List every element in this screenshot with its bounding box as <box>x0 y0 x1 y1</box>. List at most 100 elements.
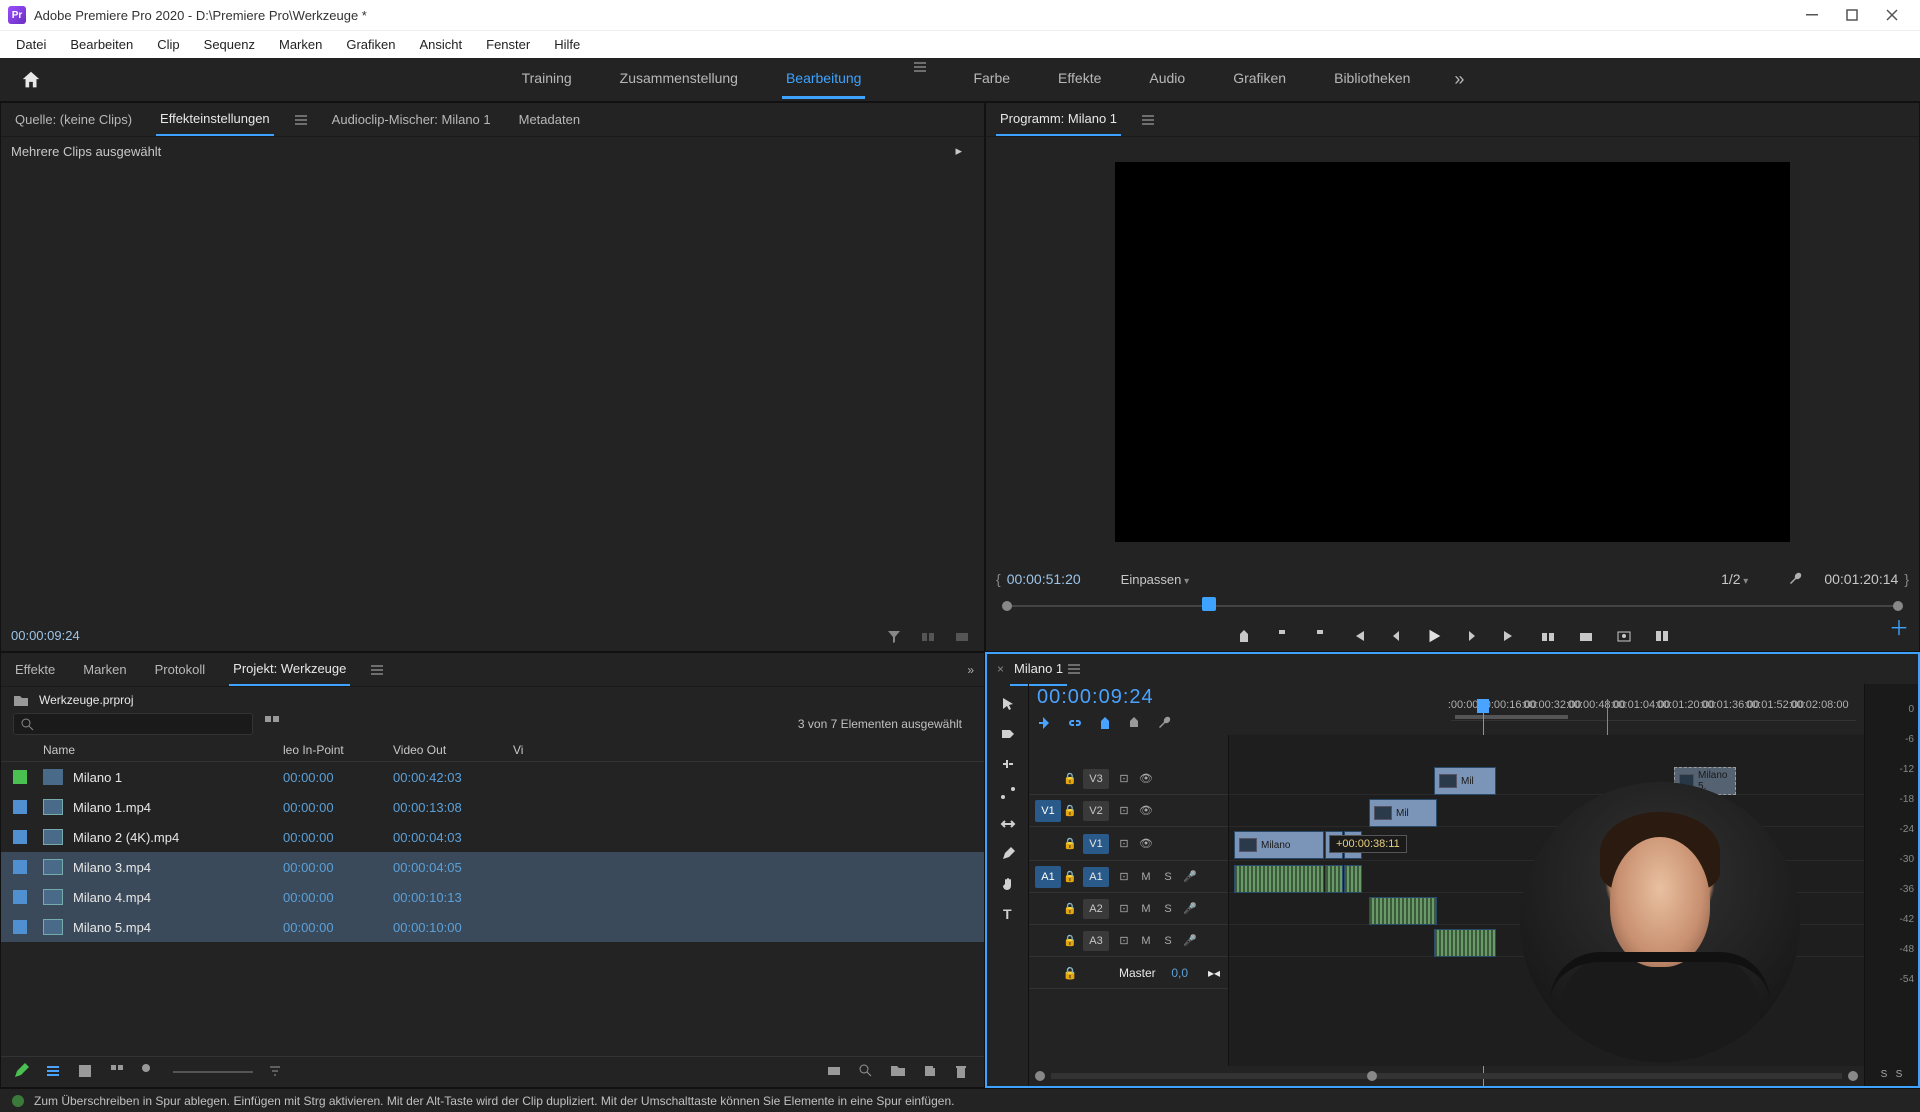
zoom-fit-dropdown[interactable]: Einpassen <box>1121 572 1190 587</box>
add-marker-icon[interactable] <box>1235 627 1253 645</box>
menu-clip[interactable]: Clip <box>145 33 191 56</box>
workspace-overflow-icon[interactable]: » <box>1454 69 1464 90</box>
play-button[interactable] <box>1425 627 1443 645</box>
project-search-input[interactable] <box>13 713 253 735</box>
pen-tool-icon[interactable] <box>998 844 1018 864</box>
source-timecode[interactable]: 00:00:09:24 <box>11 628 80 643</box>
extract-icon[interactable] <box>1577 627 1595 645</box>
timeline-clip[interactable] <box>1369 897 1437 925</box>
project-row[interactable]: Milano 1.mp4 00:00:00 00:00:13:08 <box>1 792 984 822</box>
tab-marken[interactable]: Marken <box>79 654 130 685</box>
go-to-out-icon[interactable] <box>1501 627 1519 645</box>
mark-in-icon[interactable] <box>1273 627 1291 645</box>
export-frame-icon[interactable] <box>1615 627 1633 645</box>
workspace-menu-icon[interactable] <box>913 60 929 76</box>
workspace-grafiken[interactable]: Grafiken <box>1229 60 1290 99</box>
zoom-slider-dot[interactable] <box>141 1063 159 1081</box>
project-row[interactable]: Milano 2 (4K).mp4 00:00:00 00:00:04:03 <box>1 822 984 852</box>
sort-icon[interactable] <box>267 1063 285 1081</box>
timeline-ruler[interactable]: :00:00 00:00:16:00 00:00:32:00 00:00:48:… <box>1451 699 1856 721</box>
chevron-right-icon[interactable]: ▸ <box>955 143 962 159</box>
tl-marker-icon[interactable] <box>1127 715 1145 733</box>
menu-fenster[interactable]: Fenster <box>474 33 542 56</box>
filter-icon[interactable] <box>886 629 902 645</box>
track-header-v3[interactable]: 🔒V3 ⊡👁 <box>1029 763 1228 795</box>
mark-out-icon[interactable] <box>1311 627 1329 645</box>
freeform-icon[interactable] <box>109 1063 127 1081</box>
add-marker-tl-icon[interactable] <box>1097 715 1115 733</box>
track-header-v1[interactable]: 🔒V1 ⊡👁 <box>1029 827 1228 861</box>
project-row[interactable]: Milano 3.mp4 00:00:00 00:00:04:05 <box>1 852 984 882</box>
project-column-headers[interactable]: Name leo In-Point Video Out Vi <box>1 739 984 762</box>
workspace-audio[interactable]: Audio <box>1145 60 1189 99</box>
tab-effekteinstellungen[interactable]: Effekteinstellungen <box>156 103 274 136</box>
tab-effekte[interactable]: Effekte <box>11 654 59 685</box>
track-header-master[interactable]: 🔒 Master 0,0 ▸◂ <box>1029 957 1228 989</box>
timeline-clip[interactable] <box>1234 865 1324 893</box>
panel-menu-icon[interactable] <box>1141 113 1155 127</box>
menu-grafiken[interactable]: Grafiken <box>334 33 407 56</box>
add-button-icon[interactable]: ＋ <box>1889 612 1909 641</box>
workspace-training[interactable]: Training <box>518 60 576 99</box>
track-select-tool-icon[interactable] <box>998 724 1018 744</box>
new-bin-icon[interactable] <box>890 1063 908 1081</box>
master-collapse-icon[interactable]: ▸◂ <box>1208 966 1228 980</box>
project-row[interactable]: Milano 4.mp4 00:00:00 00:00:10:13 <box>1 882 984 912</box>
close-tab-icon[interactable]: × <box>997 662 1004 676</box>
selection-tool-icon[interactable] <box>998 694 1018 714</box>
workspace-bearbeitung[interactable]: Bearbeitung <box>782 60 866 99</box>
menu-ansicht[interactable]: Ansicht <box>407 33 474 56</box>
trash-icon[interactable] <box>954 1063 972 1081</box>
track-header-v2[interactable]: V1🔒V2 ⊡👁 <box>1029 795 1228 827</box>
workspace-farbe[interactable]: Farbe <box>969 60 1014 99</box>
workspace-zusammenstellung[interactable]: Zusammenstellung <box>616 60 742 99</box>
pencil-icon[interactable] <box>13 1063 31 1081</box>
tab-protokoll[interactable]: Protokoll <box>151 654 210 685</box>
linked-selection-icon[interactable] <box>1067 715 1085 733</box>
menu-sequenz[interactable]: Sequenz <box>192 33 267 56</box>
resolution-dropdown[interactable]: 1/2 <box>1721 571 1748 587</box>
menu-hilfe[interactable]: Hilfe <box>542 33 592 56</box>
tab-audioclip-mischer[interactable]: Audioclip-Mischer: Milano 1 <box>328 104 495 135</box>
timeline-clip[interactable]: Mil <box>1369 799 1437 827</box>
step-back-icon[interactable] <box>1387 627 1405 645</box>
track-header-a1[interactable]: A1🔒A1 ⊡MS🎤 <box>1029 861 1228 893</box>
playhead-icon[interactable] <box>1202 597 1216 611</box>
panel-overflow-icon[interactable]: » <box>967 663 974 677</box>
slip-tool-icon[interactable] <box>998 814 1018 834</box>
comparison-view-icon[interactable] <box>1653 627 1671 645</box>
timeline-clip[interactable]: Mil <box>1434 767 1496 795</box>
minimize-button[interactable] <box>1792 0 1832 30</box>
razor-tool-icon[interactable] <box>998 784 1018 804</box>
menu-bearbeiten[interactable]: Bearbeiten <box>58 33 145 56</box>
step-forward-icon[interactable] <box>1463 627 1481 645</box>
menu-marken[interactable]: Marken <box>267 33 334 56</box>
settings-wrench-icon[interactable] <box>1788 571 1804 587</box>
tab-programm[interactable]: Programm: Milano 1 <box>996 103 1121 136</box>
tab-sequence[interactable]: Milano 1 <box>1010 653 1067 686</box>
tab-metadaten[interactable]: Metadaten <box>515 104 584 135</box>
panel-menu-icon[interactable] <box>1067 662 1081 676</box>
workspace-bibliotheken[interactable]: Bibliotheken <box>1330 60 1414 99</box>
type-tool-icon[interactable]: T <box>998 904 1018 924</box>
tl-settings-icon[interactable] <box>1157 715 1175 733</box>
tab-quelle[interactable]: Quelle: (keine Clips) <box>11 104 136 135</box>
program-viewer[interactable] <box>1115 162 1790 542</box>
ripple-edit-tool-icon[interactable] <box>998 754 1018 774</box>
close-button[interactable] <box>1872 0 1912 30</box>
program-scrubber[interactable] <box>996 595 1909 617</box>
go-to-in-icon[interactable] <box>1349 627 1367 645</box>
timeline-clip[interactable] <box>1325 865 1343 893</box>
icon-view-icon[interactable] <box>77 1063 95 1081</box>
bin-icon[interactable] <box>13 693 29 707</box>
track-header-a3[interactable]: 🔒A3 ⊡MS🎤 <box>1029 925 1228 957</box>
track-header-a2[interactable]: 🔒A2 ⊡MS🎤 <box>1029 893 1228 925</box>
workspace-effekte[interactable]: Effekte <box>1054 60 1105 99</box>
find-icon[interactable] <box>858 1063 876 1081</box>
timeline-clip[interactable] <box>1434 929 1496 957</box>
project-row[interactable]: Milano 1 00:00:00 00:00:42:03 <box>1 762 984 792</box>
panel-menu-icon[interactable] <box>294 113 308 127</box>
automate-icon[interactable] <box>826 1063 844 1081</box>
menu-datei[interactable]: Datei <box>4 33 58 56</box>
timeline-clip[interactable] <box>1344 865 1362 893</box>
